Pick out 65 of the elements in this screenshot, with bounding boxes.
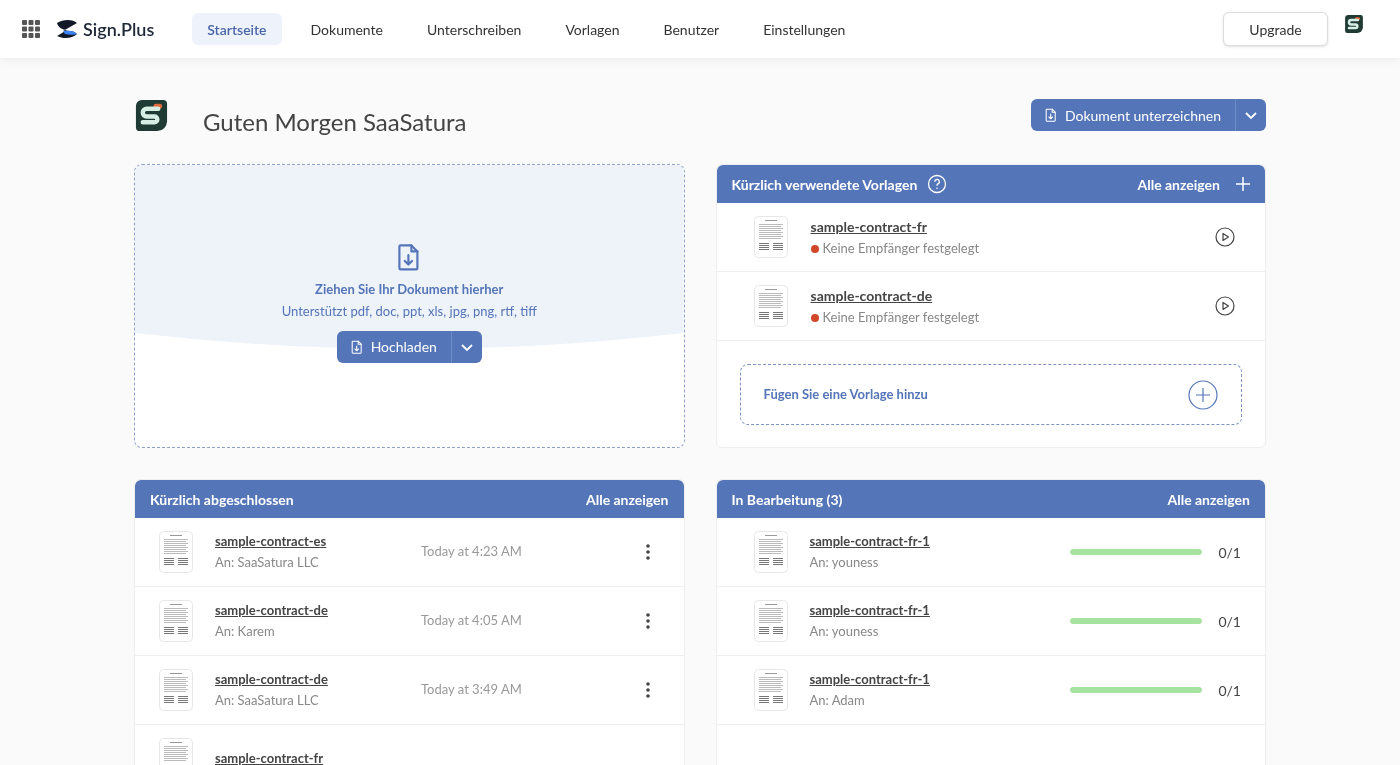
document-thumbnail-icon <box>753 531 788 573</box>
avatar-logo-icon <box>1344 14 1364 34</box>
document-thumbnail-icon <box>159 669 193 711</box>
timestamp: Today at 4:05 AM <box>421 611 523 631</box>
document-name-link[interactable]: sample-contract-de <box>215 600 421 620</box>
more-options-icon[interactable] <box>645 682 650 698</box>
document-name-link[interactable]: sample-contract-fr-1 <box>809 600 1071 620</box>
signature-count: 0/1 <box>1218 611 1241 632</box>
nav-tab[interactable]: Benutzer <box>648 13 735 45</box>
plus-icon[interactable] <box>1236 177 1250 191</box>
brand-logo-icon <box>55 19 79 39</box>
sign-document-button[interactable]: Dokument unterzeichnen <box>1030 99 1236 131</box>
panel-title: Kürzlich verwendete Vorlagen <box>731 174 918 195</box>
greeting-heading: Guten Morgen SaaSatura <box>203 106 467 138</box>
timestamp: Today at 4:23 AM <box>421 542 523 562</box>
file-download-icon <box>1044 107 1057 123</box>
nav-tab[interactable]: Einstellungen <box>748 13 861 45</box>
document-name-link[interactable]: sample-contract-fr-1 <box>809 531 1071 551</box>
status-text: Keine Empfänger festgelegt <box>822 307 980 327</box>
nav-tab[interactable]: Dokumente <box>295 13 398 45</box>
recipient-text: An: Adam <box>809 691 866 710</box>
nav-tab[interactable]: Vorlagen <box>550 13 635 45</box>
panel-title: Kürzlich abgeschlossen <box>150 489 294 510</box>
document-thumbnail-icon <box>159 600 193 642</box>
document-name-link[interactable]: sample-contract-es <box>215 531 421 551</box>
supported-formats: Unterstützt pdf, doc, ppt, xls, jpg, png, rtf, tiff <box>281 302 537 322</box>
upgrade-button[interactable]: Upgrade <box>1223 12 1328 46</box>
recipient-text: An: youness <box>809 553 880 572</box>
document-thumbnail-icon <box>753 285 788 327</box>
recipient-text: An: SaaSatura LLC <box>215 691 320 710</box>
document-name-link[interactable]: sample-contract-de <box>215 669 421 689</box>
document-thumbnail-icon <box>753 216 788 258</box>
brand-name: Sign.Plus <box>83 16 155 42</box>
signature-count: 0/1 <box>1218 680 1241 701</box>
file-download-icon <box>350 339 363 354</box>
document-name-link[interactable]: sample-contract-fr <box>215 749 421 765</box>
show-all-link[interactable]: Alle anzeigen <box>1167 488 1250 510</box>
recipient-text: An: youness <box>809 622 880 641</box>
recipient-text: An: Karem <box>215 622 276 641</box>
avatar-logo-icon <box>134 97 169 133</box>
play-icon[interactable] <box>1215 296 1235 316</box>
add-template-button[interactable]: Fügen Sie eine Vorlage hinzu <box>739 364 1242 425</box>
recipient-text: An: SaaSatura LLC <box>215 553 320 572</box>
drop-title: Ziehen Sie Ihr Dokument hierher <box>315 279 504 299</box>
document-thumbnail-icon <box>753 600 788 642</box>
show-all-link[interactable]: Alle anzeigen <box>585 488 669 510</box>
more-options-icon[interactable] <box>645 544 650 560</box>
show-all-link[interactable]: Alle anzeigen <box>1137 173 1220 195</box>
document-thumbnail-icon <box>753 669 788 711</box>
apps-grid-icon[interactable] <box>22 20 40 38</box>
template-name-link[interactable]: sample-contract-fr <box>810 215 1215 237</box>
nav-tab[interactable]: Startseite <box>192 13 282 45</box>
upload-drop-zone[interactable]: Ziehen Sie Ihr Dokument hierher Unterstützt pdf, doc, ppt, xls, jpg, png, rtf, tiff Hochladen <box>134 164 685 448</box>
document-thumbnail-icon <box>159 531 193 573</box>
nav-tab[interactable]: Unterschreiben <box>411 13 537 45</box>
timestamp: Today at 3:49 AM <box>421 680 523 700</box>
play-icon[interactable] <box>1215 227 1235 247</box>
status-text: Keine Empfänger festgelegt <box>822 238 980 258</box>
help-icon[interactable] <box>927 174 948 194</box>
signature-count: 0/1 <box>1218 542 1241 563</box>
add-circle-icon <box>1188 379 1218 410</box>
document-name-link[interactable]: sample-contract-fr-1 <box>809 669 1071 689</box>
template-name-link[interactable]: sample-contract-de <box>810 284 1215 306</box>
panel-title: In Bearbeitung (3) <box>731 489 843 510</box>
more-options-icon[interactable] <box>645 613 650 629</box>
